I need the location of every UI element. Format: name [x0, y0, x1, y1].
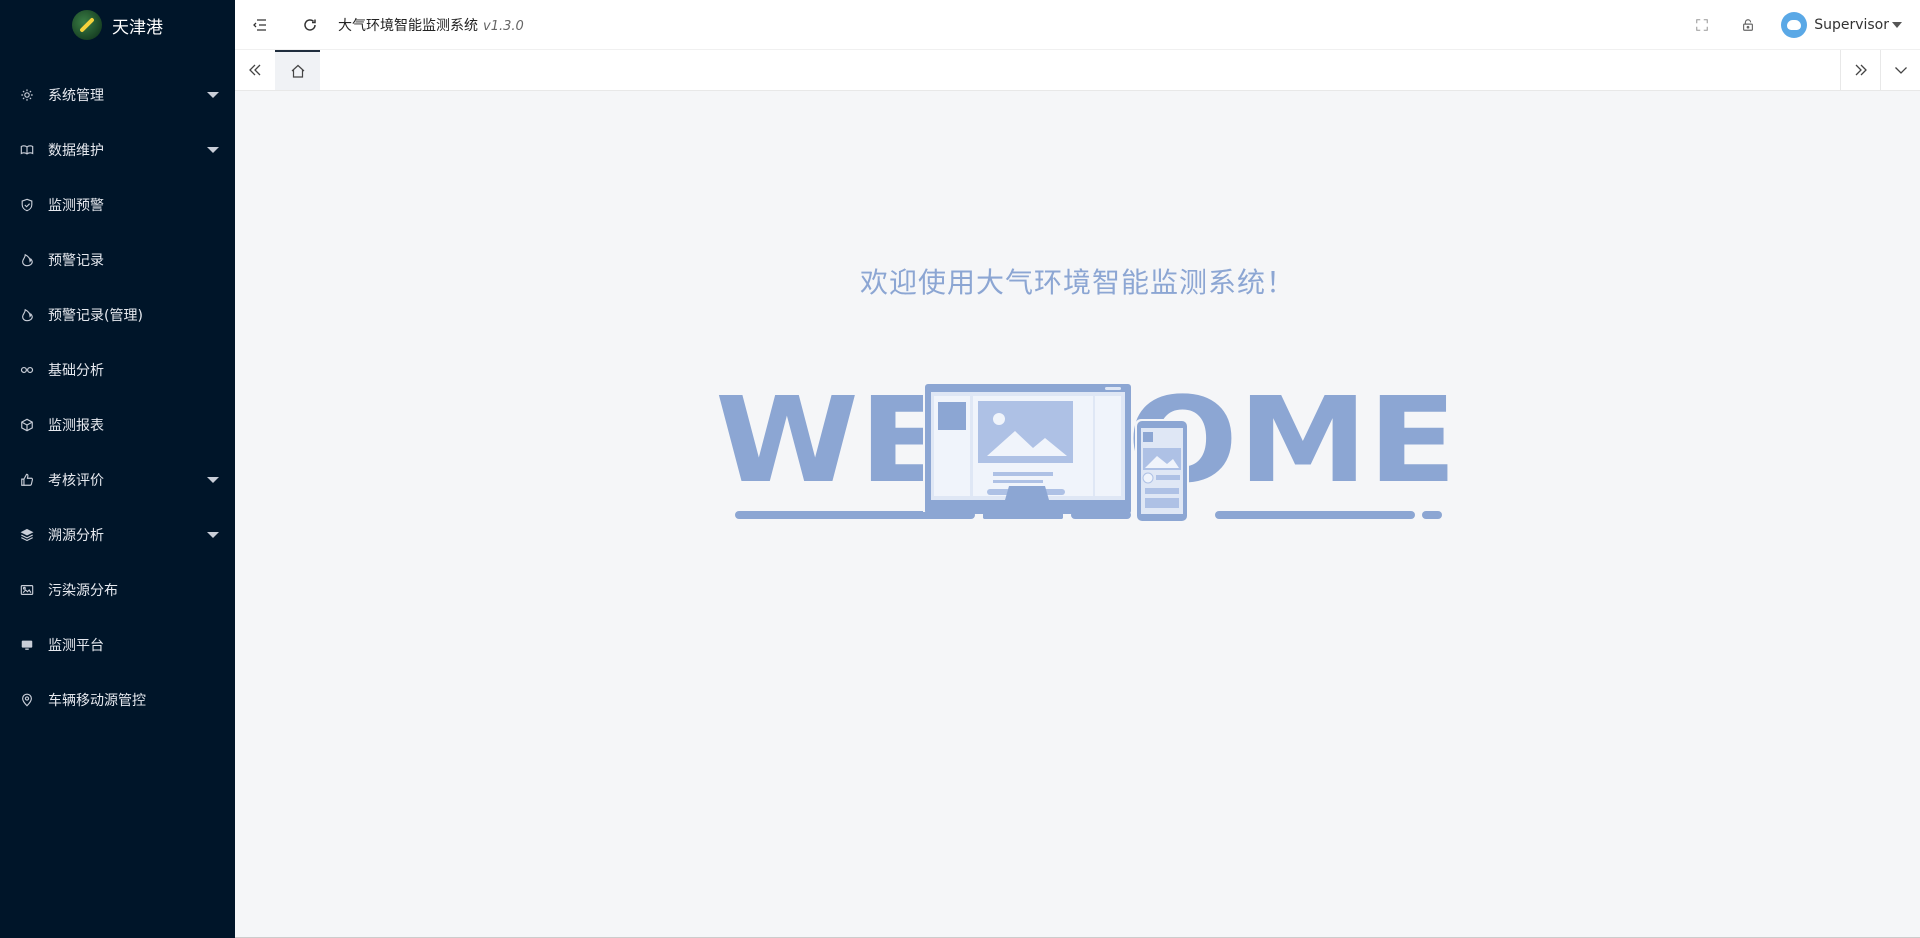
- fire-icon: [20, 253, 34, 267]
- lock-icon[interactable]: [1725, 0, 1771, 50]
- tab-home[interactable]: [275, 50, 320, 90]
- sidebar: 天津港 系统管理 数据维护 监测预警 预警记录 预警记录(管理) 基础分析 监测…: [0, 0, 235, 938]
- image-icon: [20, 583, 34, 597]
- caret-down-icon: [207, 147, 219, 153]
- sidebar-item-vehicle-mobile-source[interactable]: 车辆移动源管控: [0, 672, 235, 727]
- home-icon: [291, 64, 304, 78]
- tabs-spacer: [320, 50, 1840, 90]
- sidebar-item-basic-analysis[interactable]: 基础分析: [0, 342, 235, 397]
- rocket-logo-icon: [72, 10, 102, 40]
- monitor-graphic: [923, 382, 1131, 519]
- sidebar-item-monitoring-report[interactable]: 监测报表: [0, 397, 235, 452]
- app-title-text: 大气环境智能监测系统: [338, 17, 478, 34]
- gear-icon: [20, 88, 34, 102]
- tabs-controls: [1840, 50, 1920, 90]
- user-menu[interactable]: Supervisor: [1771, 0, 1920, 50]
- top-header: 大气环境智能监测系统 v1.3.0 Supervisor: [235, 0, 1920, 50]
- phone-graphic: [1135, 419, 1189, 523]
- tabs-bar: [235, 50, 1920, 91]
- sidebar-item-label: 基础分析: [48, 362, 104, 379]
- sidebar-item-label: 监测平台: [48, 637, 104, 654]
- chevron-down-icon[interactable]: [1880, 50, 1920, 90]
- sidebar-item-alert-records-admin[interactable]: 预警记录(管理): [0, 287, 235, 342]
- welcome-message: 欢迎使用大气环境智能监测系统！: [859, 266, 1295, 299]
- sidebar-item-system-management[interactable]: 系统管理: [0, 67, 235, 122]
- sidebar-item-label: 监测报表: [48, 417, 104, 434]
- sidebar-item-label: 预警记录: [48, 252, 104, 269]
- header-actions: Supervisor: [1679, 0, 1920, 50]
- sidebar-item-data-maintenance[interactable]: 数据维护: [0, 122, 235, 177]
- brand-logo[interactable]: 天津港: [0, 0, 235, 50]
- caret-down-icon: [207, 477, 219, 483]
- brand-name: 天津港: [112, 17, 163, 38]
- scroll-left-icon[interactable]: [235, 50, 275, 90]
- scroll-right-icon[interactable]: [1840, 50, 1880, 90]
- welcome-illustration: WELCOME: [715, 371, 1455, 523]
- user-name: Supervisor: [1814, 17, 1889, 33]
- main-content: 欢迎使用大气环境智能监测系统！ WELCOME: [235, 91, 1920, 938]
- thumbs-up-icon: [20, 473, 34, 487]
- book-icon: [20, 143, 34, 157]
- sidebar-menu: 系统管理 数据维护 监测预警 预警记录 预警记录(管理) 基础分析 监测报表 考…: [0, 67, 235, 727]
- sidebar-item-label: 监测预警: [48, 197, 104, 214]
- sidebar-item-label: 溯源分析: [48, 527, 104, 544]
- infinity-icon: [20, 363, 34, 377]
- sidebar-item-pollution-source-distribution[interactable]: 污染源分布: [0, 562, 235, 617]
- caret-down-icon: [207, 92, 219, 98]
- layers-icon: [20, 528, 34, 542]
- cube-icon: [20, 418, 34, 432]
- sidebar-item-label: 考核评价: [48, 472, 104, 489]
- shield-check-icon: [20, 198, 34, 212]
- sidebar-item-label: 预警记录(管理): [48, 307, 143, 324]
- sidebar-item-label: 车辆移动源管控: [48, 692, 146, 709]
- sidebar-item-monitoring-platform[interactable]: 监测平台: [0, 617, 235, 672]
- location-pin-icon: [20, 693, 34, 707]
- sidebar-item-monitoring-alert[interactable]: 监测预警: [0, 177, 235, 232]
- sidebar-item-source-tracing[interactable]: 溯源分析: [0, 507, 235, 562]
- page-title: 大气环境智能监测系统 v1.3.0: [338, 15, 524, 35]
- sidebar-item-label: 数据维护: [48, 142, 104, 159]
- fire-icon: [20, 308, 34, 322]
- monitor-icon: [20, 638, 34, 652]
- avatar: [1781, 12, 1808, 38]
- menu-fold-icon[interactable]: [235, 0, 285, 50]
- caret-down-icon: [207, 532, 219, 538]
- fullscreen-icon[interactable]: [1679, 0, 1725, 50]
- refresh-icon[interactable]: [285, 0, 335, 50]
- sidebar-item-alert-records[interactable]: 预警记录: [0, 232, 235, 287]
- app-version: v1.3.0: [483, 18, 524, 34]
- sidebar-item-assessment[interactable]: 考核评价: [0, 452, 235, 507]
- caret-down-icon: [1892, 22, 1902, 28]
- sidebar-item-label: 污染源分布: [48, 582, 118, 599]
- sidebar-item-label: 系统管理: [48, 87, 104, 104]
